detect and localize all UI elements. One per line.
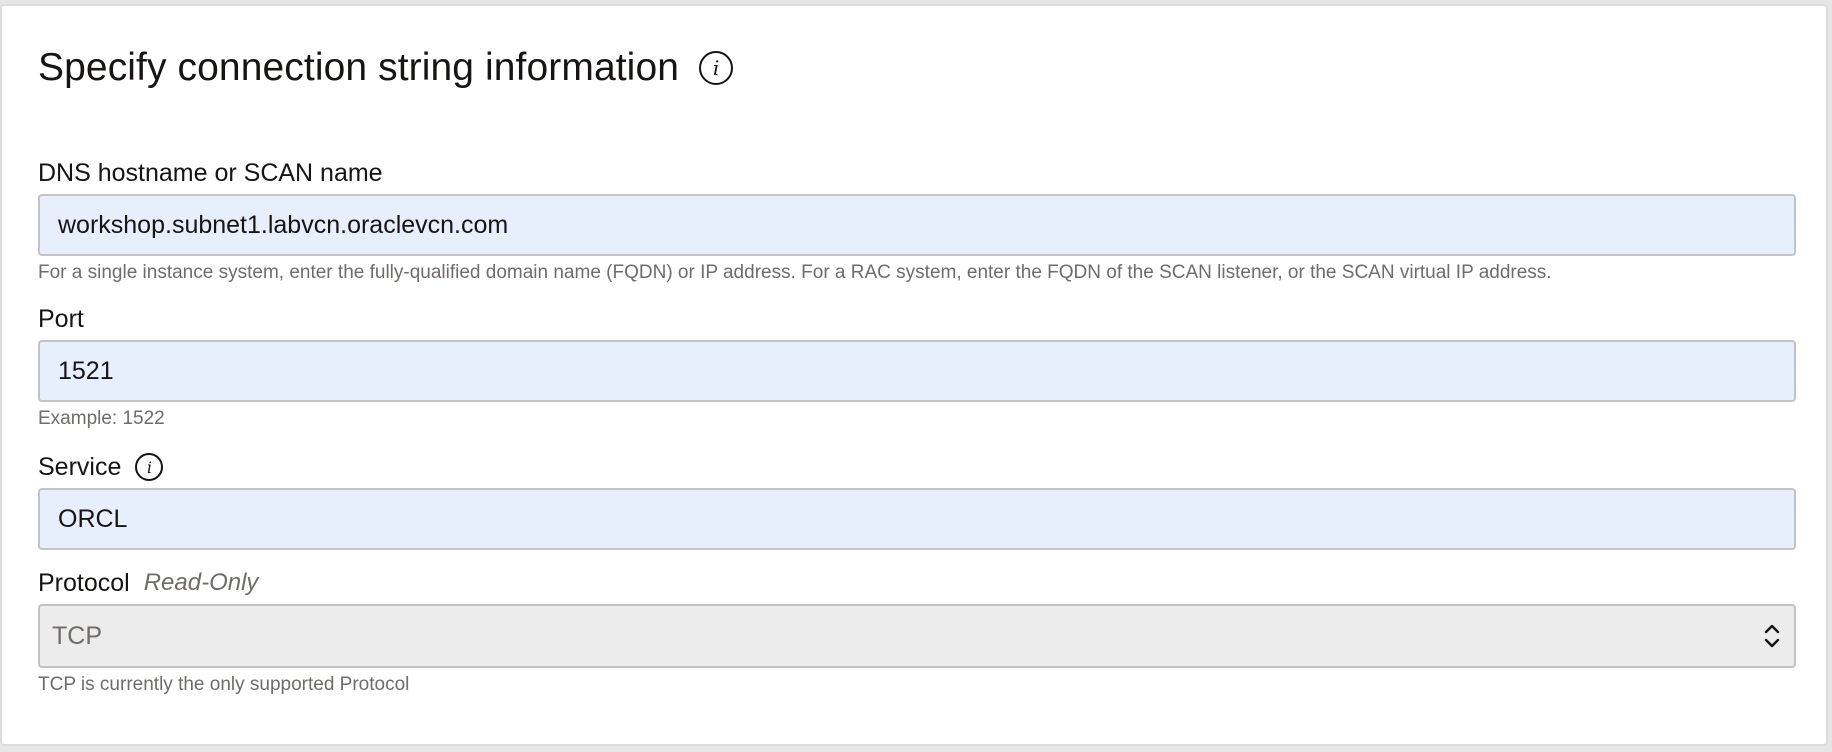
service-field-group: Service i ORCL xyxy=(38,450,1796,550)
port-input[interactable]: 1521 xyxy=(38,340,1796,402)
protocol-help-text: TCP is currently the only supported Prot… xyxy=(38,674,410,695)
service-info-icon[interactable]: i xyxy=(135,453,164,481)
protocol-label: Protocol xyxy=(38,568,130,597)
service-input[interactable]: ORCL xyxy=(38,488,1796,550)
section-header: Specify connection string information i xyxy=(38,42,734,94)
dns-hostname-input[interactable]: workshop.subnet1.labvcn.oraclevcn.com xyxy=(38,194,1796,256)
protocol-select[interactable]: TCP xyxy=(38,604,1796,668)
chevron-up-down-icon xyxy=(1764,624,1780,648)
service-label: Service xyxy=(38,452,122,481)
service-value: ORCL xyxy=(58,504,128,533)
protocol-label-row: Protocol Read-Only xyxy=(38,566,1796,600)
dns-label: DNS hostname or SCAN name xyxy=(38,158,383,187)
protocol-field-group: Protocol Read-Only TCP TCP is currently … xyxy=(38,566,1796,696)
dns-label-row: DNS hostname or SCAN name xyxy=(38,156,1796,190)
protocol-readonly-tag: Read-Only xyxy=(143,569,259,596)
dns-hostname-value: workshop.subnet1.labvcn.oraclevcn.com xyxy=(58,210,509,239)
connection-string-panel: Specify connection string information i … xyxy=(0,4,1828,746)
port-value: 1521 xyxy=(58,356,114,385)
service-label-row: Service i xyxy=(38,450,1796,484)
title-info-icon[interactable]: i xyxy=(699,51,734,85)
port-label: Port xyxy=(38,304,84,333)
port-label-row: Port xyxy=(38,302,1796,336)
section-title: Specify connection string information xyxy=(38,46,680,89)
port-field-group: Port 1521 Example: 1522 xyxy=(38,302,1796,430)
port-help-text: Example: 1522 xyxy=(38,408,165,429)
protocol-value: TCP xyxy=(52,621,102,650)
dns-help-text: For a single instance system, enter the … xyxy=(38,262,1552,283)
dns-field-group: DNS hostname or SCAN name workshop.subne… xyxy=(38,156,1796,284)
